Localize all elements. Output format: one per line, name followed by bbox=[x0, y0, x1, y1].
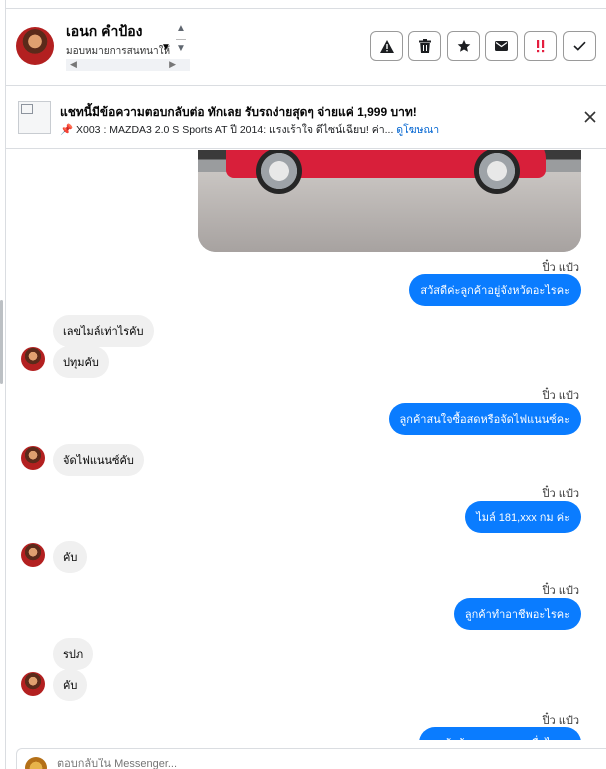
assign-horizontal-scrollbar[interactable]: ◀ ▶ bbox=[66, 59, 190, 71]
scroll-up-icon[interactable]: ▲ bbox=[174, 24, 188, 34]
view-ad-link[interactable]: ดูโฆษณา bbox=[396, 124, 439, 136]
ad-title: แชทนี้มีข้อความตอบกลับต่อ ทักเลย รับรถง่… bbox=[60, 105, 417, 119]
outgoing-message[interactable]: ลูกค้าต้องการออกรถเมื่อไรคะ bbox=[419, 727, 581, 740]
delete-button[interactable] bbox=[408, 31, 441, 61]
incoming-message[interactable]: ปทุมคับ bbox=[53, 346, 109, 378]
check-icon bbox=[573, 41, 586, 51]
follow-up-button[interactable] bbox=[524, 31, 557, 61]
ad-thumbnail[interactable] bbox=[18, 101, 51, 134]
contact-avatar-small[interactable] bbox=[21, 446, 45, 470]
follow-up-icon bbox=[536, 40, 544, 53]
scroll-left-icon[interactable]: ◀ bbox=[70, 59, 77, 70]
contact-avatar[interactable] bbox=[16, 27, 54, 65]
assign-conversation-label[interactable]: มอบหมายการสนทนาให้ bbox=[66, 44, 170, 59]
contact-avatar-small[interactable] bbox=[21, 543, 45, 567]
divider bbox=[176, 39, 186, 40]
conversation-header: เอนก คำป้อง มอบหมายการสนทนาให้ ▼ ▲ ▼ ◀ ▶ bbox=[6, 8, 606, 86]
pushpin-icon: 📌 bbox=[60, 124, 74, 136]
ad-subtitle-text: X003 : MAZDA3 2.0 S Sports AT ปี 2014: แ… bbox=[76, 124, 394, 136]
chevron-down-icon[interactable]: ▼ bbox=[161, 42, 171, 53]
page-avatar bbox=[25, 757, 47, 769]
mark-unread-button[interactable] bbox=[485, 31, 518, 61]
reply-input[interactable] bbox=[57, 758, 357, 769]
scroll-right-icon[interactable]: ▶ bbox=[169, 59, 176, 70]
incoming-message[interactable]: จัดไฟแนนซ์คับ bbox=[53, 444, 144, 476]
car-image-wheel bbox=[474, 150, 520, 194]
incoming-message[interactable]: คับ bbox=[53, 541, 88, 573]
trash-icon bbox=[418, 39, 431, 53]
contact-avatar-small[interactable] bbox=[21, 672, 45, 696]
close-icon[interactable] bbox=[582, 109, 598, 125]
incoming-message[interactable]: คับ bbox=[53, 669, 88, 701]
scroll-down-icon[interactable]: ▼ bbox=[174, 44, 188, 54]
mark-done-button[interactable] bbox=[563, 31, 596, 61]
warning-icon bbox=[379, 39, 394, 53]
ad-subtitle: 📌 X003 : MAZDA3 2.0 S Sports AT ปี 2014:… bbox=[60, 121, 439, 138]
reply-composer bbox=[16, 748, 606, 769]
car-image-attachment[interactable] bbox=[198, 150, 581, 252]
sender-name: ปิ๋ว แป๋ว bbox=[542, 585, 579, 597]
car-image-floor bbox=[198, 172, 581, 252]
envelope-icon bbox=[495, 41, 508, 51]
left-scrollbar[interactable] bbox=[0, 300, 3, 384]
star-icon bbox=[457, 39, 470, 52]
ad-banner: แชทนี้มีข้อความตอบกลับต่อ ทักเลย รับรถง่… bbox=[6, 87, 606, 149]
outgoing-message[interactable]: ไมล์ 181,xxx กม ค่ะ bbox=[465, 501, 581, 533]
sender-name: ปิ๋ว แป๋ว bbox=[542, 390, 579, 402]
outgoing-message[interactable]: สวัสดีค่ะลูกค้าอยู่จังหวัดอะไรคะ bbox=[409, 274, 581, 306]
contact-avatar-small[interactable] bbox=[21, 347, 45, 371]
incoming-message[interactable]: รปภ bbox=[53, 638, 94, 670]
outgoing-message[interactable]: ลูกค้าสนใจซื้อสดหรือจัดไฟแนนซ์คะ bbox=[388, 403, 581, 435]
message-thread[interactable]: ปิ๋ว แป๋ว สวัสดีค่ะลูกค้าอยู่จังหวัดอะไร… bbox=[6, 150, 606, 740]
car-image-wheel bbox=[256, 150, 302, 194]
outgoing-message[interactable]: ลูกค้าทำอาชีพอะไรคะ bbox=[453, 598, 581, 630]
star-button[interactable] bbox=[447, 31, 480, 61]
incoming-message[interactable]: เลขไมล์เท่าไรคับ bbox=[53, 315, 154, 347]
sender-name: ปิ๋ว แป๋ว bbox=[542, 488, 579, 500]
report-spam-button[interactable] bbox=[370, 31, 403, 61]
contact-name[interactable]: เอนก คำป้อง bbox=[66, 21, 143, 43]
